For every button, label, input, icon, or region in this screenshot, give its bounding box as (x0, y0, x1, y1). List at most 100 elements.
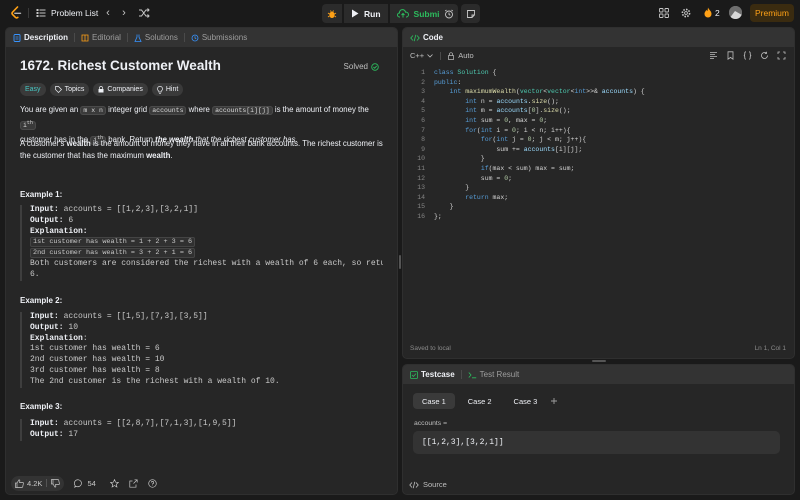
lock-icon (98, 86, 104, 93)
note-icon (466, 9, 475, 18)
vertical-resize-handle[interactable] (399, 255, 401, 269)
example-line: 1st customer has wealth = 6 (30, 344, 160, 354)
code-line[interactable]: 12 sum = 0; (403, 174, 794, 184)
example-1: Input: accounts = [[1,2,3],[3,2,1]] Outp… (20, 205, 383, 281)
timer-button[interactable] (439, 4, 458, 23)
example-line: 2nd customer has wealth = 10 (30, 355, 165, 365)
run-label: Run (364, 8, 381, 19)
line-number: 14 (417, 193, 425, 201)
wealth-definition: A customer's wealth is the amount of mon… (20, 139, 383, 160)
example-2-title: Example 2: (20, 296, 63, 305)
tab-testcase-label: Testcase (421, 370, 455, 379)
code-line[interactable]: 2 public: (403, 78, 794, 88)
code-line[interactable]: 11 if(max < sum) max = sum; (403, 164, 794, 174)
problem-list-icon[interactable] (36, 8, 46, 18)
share-button[interactable] (129, 478, 138, 488)
example-line: 3rd customer has wealth = 8 (30, 365, 160, 375)
code-line[interactable]: 9 sum += accounts[i][j]; (403, 145, 794, 155)
plus-icon[interactable] (550, 397, 558, 405)
tab-test-result[interactable]: Test Result (468, 370, 519, 379)
topics-chip[interactable]: Topics (49, 83, 90, 96)
code-line[interactable]: 6 int sum = 0, max = 0; (403, 116, 794, 126)
line-number: 2 (421, 78, 425, 86)
code-toolbar: C++ Auto (403, 47, 794, 64)
layout-grid-icon[interactable] (658, 7, 670, 19)
case-tab-1[interactable]: Case 1 (413, 393, 455, 409)
code-brackets-icon (409, 481, 419, 488)
hint-label: Hint (165, 86, 179, 93)
tab-code[interactable]: Code (410, 33, 443, 42)
source-toggle[interactable]: Source (409, 480, 447, 489)
avatar[interactable] (729, 6, 742, 19)
comments-count: 54 (87, 478, 96, 488)
favorite-button[interactable] (109, 478, 119, 488)
code-text: sum = 0; (434, 174, 513, 182)
code-line[interactable]: 4 int n = accounts.size(); (403, 97, 794, 107)
testcase-input[interactable]: [[1,2,3],[3,2,1]] (413, 431, 780, 454)
code-brackets-icon (410, 34, 420, 41)
tab-submissions[interactable]: Submissions (191, 33, 247, 42)
code-line[interactable]: 7 for(int i = 0; i < n; i++){ (403, 126, 794, 136)
premium-button[interactable]: Premium (750, 4, 794, 22)
problem-list-link[interactable]: Problem List (51, 8, 98, 18)
case-tab-2[interactable]: Case 2 (459, 393, 501, 409)
code-line[interactable]: 13 } (403, 183, 794, 193)
line-number: 15 (417, 203, 425, 211)
tab-editorial-label: Editorial (92, 33, 121, 42)
companies-chip[interactable]: Companies (93, 83, 148, 96)
code-text: if(max < sum) max = sum; (480, 164, 575, 172)
bookmark-icon[interactable] (726, 51, 735, 60)
debug-button[interactable] (322, 4, 342, 23)
notes-button[interactable] (461, 4, 480, 23)
code-line[interactable]: 15 } (403, 202, 794, 212)
code-line[interactable]: 8 for(int j = 0; j < m; j++){ (403, 135, 794, 145)
shuffle-icon[interactable] (138, 7, 150, 19)
thumbs-up-icon[interactable] (15, 478, 24, 488)
prev-problem-icon[interactable]: ‹ (102, 7, 114, 19)
streak-count: 2 (715, 7, 720, 18)
code-line[interactable]: 14 return max; (403, 193, 794, 203)
gear-icon[interactable] (680, 7, 692, 19)
hint-chip[interactable]: Hint (151, 83, 184, 96)
code-editor[interactable]: 1 class Solution {2 public: 3 int maximumWe… (403, 68, 794, 222)
code-line[interactable]: 3 int maximumWealth(vector<vector<int>>&… (403, 87, 794, 97)
comments-button[interactable]: 54 (74, 478, 96, 488)
book-icon (81, 34, 89, 41)
reset-icon[interactable] (760, 51, 769, 60)
tab-solutions[interactable]: Solutions (134, 33, 178, 42)
code-text: int sum = 0, max = 0; (465, 116, 548, 124)
next-problem-icon[interactable]: › (118, 7, 130, 19)
help-button[interactable] (148, 478, 157, 488)
problem-chips: Easy Topics Companies Hint (20, 83, 184, 96)
case-tab-3[interactable]: Case 3 (505, 393, 547, 409)
save-status: Saved to local (410, 345, 451, 352)
code-line[interactable]: 5 int m = accounts[0].size(); (403, 106, 794, 116)
code-line[interactable]: 1 class Solution { (403, 68, 794, 78)
code-line[interactable]: 16}; (403, 212, 794, 222)
check-circle-icon (371, 62, 379, 71)
braces-icon[interactable] (743, 51, 752, 60)
chevron-down-icon[interactable] (427, 53, 433, 58)
code-panel-header: Code (403, 28, 794, 47)
tab-testcase[interactable]: Testcase (410, 370, 455, 379)
leetcode-logo-icon[interactable] (10, 6, 22, 20)
autocomplete-toggle[interactable]: Auto (458, 51, 473, 60)
format-lines-icon[interactable] (709, 51, 718, 60)
example-2: Input: accounts = [[1,5],[7,3],[3,5]] Ou… (20, 312, 383, 388)
line-number: 9 (421, 145, 425, 153)
tab-description[interactable]: Description (13, 33, 68, 42)
streak-counter[interactable]: 2 (704, 7, 720, 18)
thumbs-down-icon[interactable] (51, 478, 61, 488)
problem-title[interactable]: 1672. Richest Customer Wealth (20, 58, 221, 73)
line-number: 16 (417, 212, 425, 220)
fullscreen-icon[interactable] (777, 51, 786, 60)
language-select[interactable]: C++ (410, 51, 424, 60)
source-label: Source (423, 480, 447, 489)
tab-editorial[interactable]: Editorial (81, 33, 121, 42)
tab-divider (183, 33, 185, 42)
line-number: 1 (421, 69, 425, 76)
run-button[interactable]: Run (344, 4, 388, 23)
lock-icon (448, 51, 455, 60)
code-line[interactable]: 10 } (403, 154, 794, 164)
horizontal-resize-handle[interactable] (592, 360, 606, 362)
